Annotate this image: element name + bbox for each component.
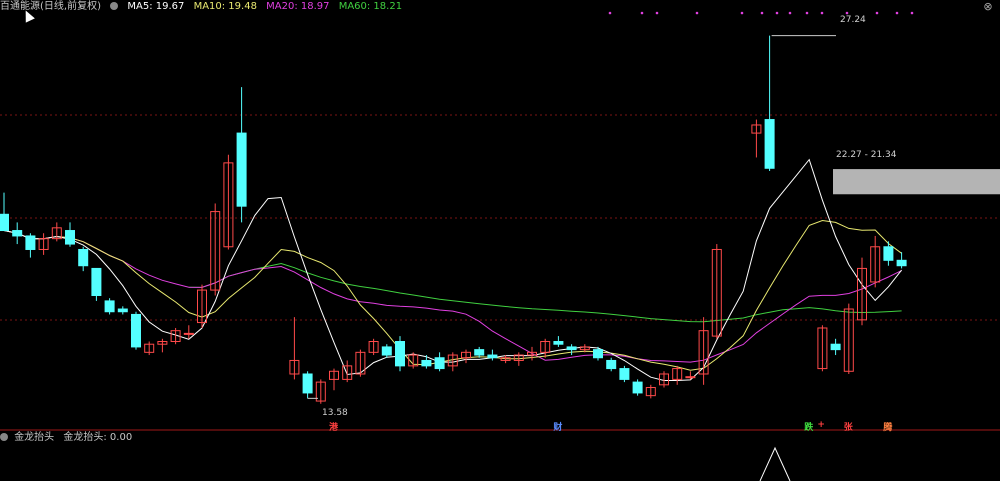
candle-body (104, 300, 115, 313)
candle-body (685, 376, 696, 379)
candle-body (566, 346, 577, 351)
signal-dot (655, 11, 659, 15)
signal-dot (775, 11, 779, 15)
candle-body (421, 359, 432, 367)
candle-body (487, 354, 498, 359)
candle-body (12, 230, 23, 237)
candle-body (183, 332, 194, 335)
candle-body (236, 132, 247, 207)
candle-body (381, 346, 392, 356)
candle-body (632, 381, 643, 394)
signal-dot (875, 11, 879, 15)
candlesticks (0, 35, 907, 404)
chart-header: 百通能源(日线,前复权) MA5: 19.67 MA10: 19.48 MA20… (0, 0, 408, 14)
candle-body (302, 373, 313, 394)
signal-dot (740, 11, 744, 15)
signal-dot (760, 11, 764, 15)
ma60-label: MA60: 18.21 (338, 1, 403, 12)
signal-dot (845, 11, 849, 15)
candle-body (65, 230, 75, 245)
candle-body (474, 349, 485, 356)
ma5-label: MA5: 19.67 (127, 1, 185, 12)
candle-body (91, 267, 102, 296)
signal-dot (788, 11, 792, 15)
high-price-label: 27.24 (840, 15, 866, 25)
close-icon[interactable]: ⊗ (980, 0, 996, 14)
candle-body (117, 308, 128, 313)
candle-body (553, 341, 564, 345)
indicator-value: 金龙抬头: 0.00 (63, 432, 133, 443)
candle-body (830, 343, 841, 351)
candle-body (896, 259, 907, 267)
candle-body (25, 235, 36, 250)
kline-chart (0, 11, 1000, 481)
candle-body (606, 359, 617, 370)
ma60-line (188, 262, 902, 323)
event-marker[interactable]: 港 (329, 420, 338, 433)
band-range-label: 22.27 - 21.34 (836, 150, 897, 160)
indicator-icon[interactable] (0, 433, 8, 441)
signal-dot (640, 11, 644, 15)
signal-dot (895, 11, 899, 15)
event-marker[interactable]: 腾 (883, 420, 892, 433)
candle-body (619, 368, 630, 380)
low-price-label: 13.58 (322, 408, 348, 418)
ma20-label: MA20: 18.97 (266, 1, 330, 12)
ma10-label: MA10: 19.48 (193, 1, 257, 12)
price-band (833, 169, 1000, 195)
candle-body (434, 357, 445, 370)
indicator-name[interactable]: 金龙抬头 (14, 432, 54, 443)
settings-icon[interactable] (110, 2, 119, 10)
signal-dot (820, 11, 824, 15)
candle-body (78, 248, 89, 267)
signal-dot (805, 11, 809, 15)
indicator-header: 金龙抬头 金龙抬头: 0.00 (0, 432, 132, 444)
candle-body (0, 213, 9, 232)
candle-body (764, 119, 775, 169)
ma10-line (3, 219, 902, 371)
event-marker[interactable]: + (817, 420, 825, 430)
candle-body (131, 313, 141, 348)
event-marker[interactable]: 财 (553, 420, 562, 433)
candle-body (593, 349, 603, 359)
event-marker[interactable]: 张 (844, 420, 853, 433)
signal-dot (910, 11, 914, 15)
stock-title[interactable]: 百通能源(日线,前复权) (0, 1, 101, 12)
indicator-spike (759, 446, 791, 481)
signal-dot (608, 11, 612, 15)
chart-annotations (307, 11, 1000, 481)
candle-body (883, 246, 894, 261)
signal-dot (695, 11, 699, 15)
grid-lines (0, 114, 1000, 431)
candle-body (395, 341, 405, 367)
event-marker[interactable]: 跌 (804, 420, 813, 433)
